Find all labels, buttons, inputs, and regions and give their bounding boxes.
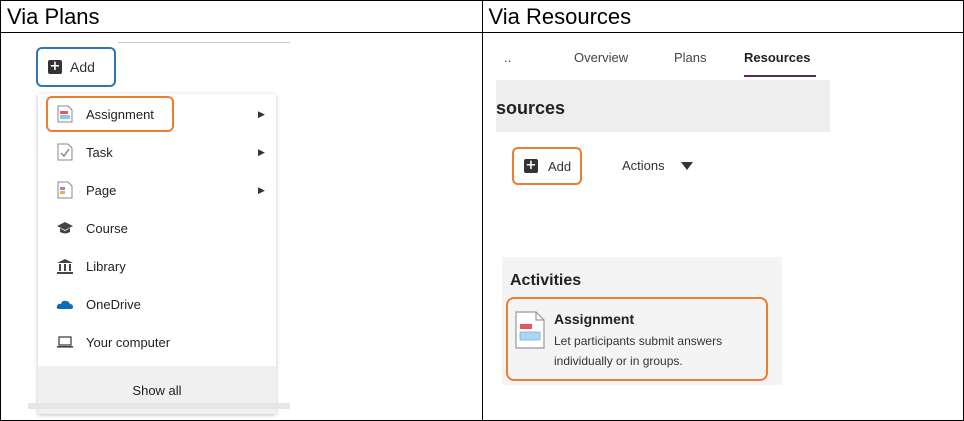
chevron-right-icon: ▶	[258, 184, 265, 195]
resources-screenshot: .. Overview Plans Resources sources + Ad…	[496, 40, 836, 420]
add-button[interactable]: + Add	[512, 147, 582, 185]
plans-screenshot: + Add Assignment ▶ Task ▶ Page ▶ Course …	[28, 42, 290, 414]
tab-resources[interactable]: Resources	[744, 50, 810, 65]
add-button-label: Add	[70, 59, 95, 75]
actions-label: Actions	[622, 158, 665, 173]
menu-item-label: OneDrive	[86, 296, 141, 312]
assignment-description: Let participants submit answers individu…	[554, 334, 723, 368]
course-icon	[57, 222, 73, 234]
assignment-highlight	[46, 96, 174, 132]
plus-icon: +	[524, 158, 538, 173]
divider	[118, 42, 290, 43]
tab-overview[interactable]: Overview	[574, 50, 628, 65]
menu-item-label: Course	[86, 220, 128, 236]
header-via-resources: Via Resources	[481, 0, 964, 33]
tab-plans[interactable]: Plans	[674, 50, 707, 65]
menu-item-label: Your computer	[86, 334, 171, 350]
assignment-icon	[515, 311, 545, 349]
page-icon	[57, 181, 73, 199]
menu-item-page[interactable]: Page ▶	[38, 176, 276, 204]
plus-icon: +	[48, 59, 62, 74]
chevron-right-icon: ▶	[258, 108, 265, 119]
add-menu: Assignment ▶ Task ▶ Page ▶ Course Librar…	[38, 94, 276, 414]
active-tab-indicator	[744, 75, 816, 77]
assignment-title: Assignment	[554, 311, 635, 327]
page-header: sources	[496, 80, 830, 132]
activities-title: Activities	[510, 272, 582, 289]
menu-item-label: Page	[86, 182, 117, 198]
menu-item-your-computer[interactable]: Your computer	[38, 328, 276, 356]
menu-item-onedrive[interactable]: OneDrive	[38, 290, 276, 318]
chevron-right-icon: ▶	[258, 146, 265, 157]
tab-ellipsis[interactable]: ..	[504, 50, 511, 65]
activities-panel: Activities Assignment Let participants s…	[502, 257, 782, 385]
add-button[interactable]: + Add	[36, 47, 116, 87]
caret-down-icon	[680, 161, 693, 170]
menu-item-label: Task	[86, 144, 113, 160]
onedrive-icon	[56, 300, 73, 309]
library-icon	[57, 259, 73, 274]
actions-dropdown[interactable]: Actions	[622, 158, 693, 173]
divider	[28, 403, 290, 409]
menu-item-label: Library	[86, 258, 126, 274]
tab-bar: .. Overview Plans Resources	[496, 40, 826, 78]
menu-item-course[interactable]: Course	[38, 214, 276, 242]
page-title: sources	[496, 98, 566, 118]
assignment-activity-card[interactable]: Assignment Let participants submit answe…	[506, 297, 768, 381]
laptop-icon	[57, 336, 73, 348]
task-icon	[57, 143, 73, 161]
menu-item-task[interactable]: Task ▶	[38, 138, 276, 166]
menu-item-library[interactable]: Library	[38, 252, 276, 280]
header-via-plans: Via Plans	[0, 0, 483, 33]
add-button-label: Add	[548, 158, 572, 174]
